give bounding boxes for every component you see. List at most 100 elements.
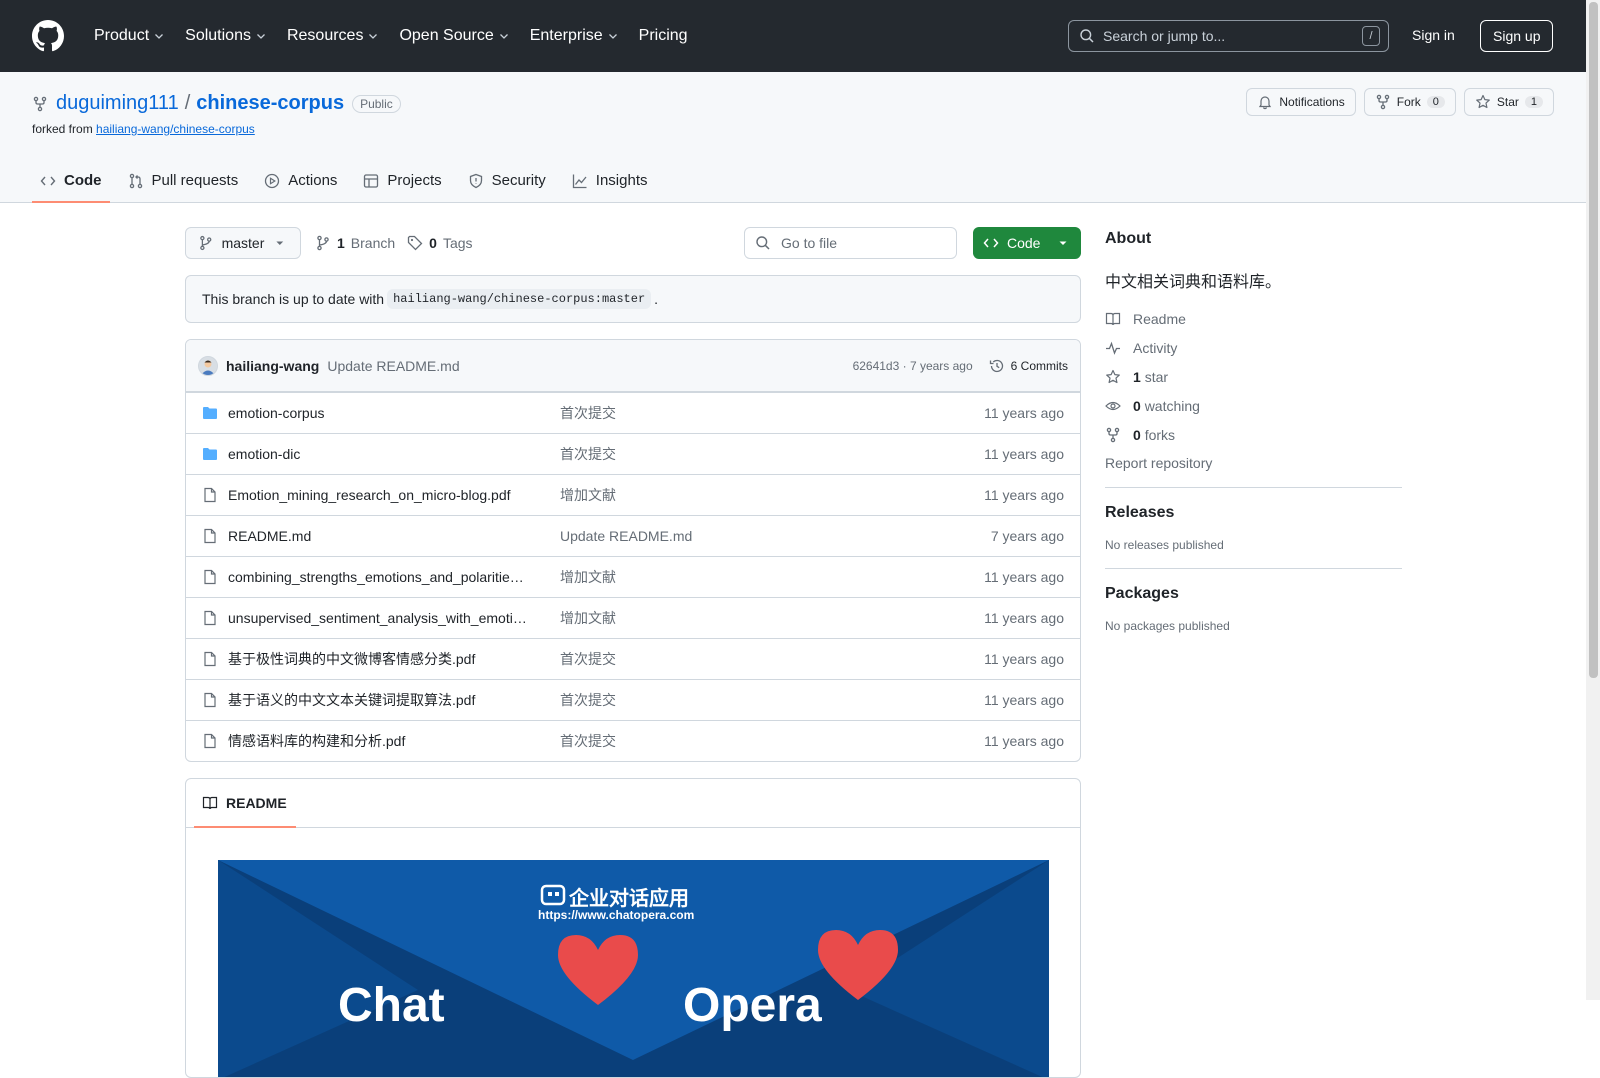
branch-select-button[interactable]: master: [185, 227, 301, 259]
stars-label: star: [1144, 368, 1169, 385]
table-row[interactable]: 情感语料库的构建和分析.pdf 首次提交 11 years ago: [186, 720, 1080, 761]
tab-code[interactable]: Code: [32, 158, 110, 203]
nav-resources[interactable]: Resources: [279, 27, 387, 45]
chevron-down-icon: [369, 34, 378, 39]
file-commit-message[interactable]: 增加文献: [560, 608, 984, 628]
banner-brand-right: Opera: [683, 979, 822, 1032]
forked-from-link[interactable]: hailiang-wang/chinese-corpus: [96, 122, 255, 136]
tab-insights[interactable]: Insights: [564, 158, 656, 203]
file-commit-message[interactable]: 首次提交: [560, 690, 984, 710]
readme-link[interactable]: Readme: [1105, 310, 1402, 327]
table-row[interactable]: 基于极性词典的中文微博客情感分类.pdf 首次提交 11 years ago: [186, 638, 1080, 679]
file-commit-message[interactable]: 增加文献: [560, 567, 984, 587]
commit-author-link[interactable]: hailiang-wang: [226, 358, 319, 374]
repo-owner-link[interactable]: duguiming111: [56, 92, 179, 115]
releases-title[interactable]: Releases: [1105, 504, 1402, 522]
nav-solutions[interactable]: Solutions: [177, 27, 275, 45]
nav-resources-label: Resources: [286, 27, 364, 44]
fork-count: 0: [1426, 96, 1445, 108]
file-commit-message[interactable]: 首次提交: [560, 444, 984, 464]
file-name-link[interactable]: 基于极性词典的中文微博客情感分类.pdf: [228, 649, 560, 669]
forks-label: forks: [1144, 426, 1176, 443]
search-input[interactable]: Search or jump to... /: [1068, 20, 1389, 52]
file-name-link[interactable]: Emotion_mining_research_on_micro-blog.pd…: [228, 487, 560, 503]
nav-open-source[interactable]: Open Source: [391, 27, 517, 45]
upstream-ref: hailiang-wang/chinese-corpus:master: [387, 289, 652, 309]
table-row[interactable]: README.md Update README.md 7 years ago: [186, 515, 1080, 556]
activity-link[interactable]: Activity: [1105, 339, 1402, 356]
tab-pull-requests[interactable]: Pull requests: [120, 158, 247, 203]
readme-link-label: Readme: [1133, 310, 1186, 327]
sign-in-link[interactable]: Sign in: [1412, 27, 1455, 43]
main-content: master 1 Branch 0 Tags Go to file Code T…: [185, 227, 1081, 1078]
nav-product[interactable]: Product: [86, 27, 173, 45]
report-repository-link[interactable]: Report repository: [1105, 455, 1402, 471]
code-icon: [983, 238, 999, 248]
file-commit-message[interactable]: Update README.md: [560, 528, 991, 544]
file-table: hailiang-wang Update README.md 62641d3 ·…: [185, 339, 1081, 762]
file-name-link[interactable]: README.md: [228, 528, 560, 544]
pull-request-icon: [129, 173, 142, 188]
forked-from-prefix: forked from: [32, 122, 93, 136]
packages-title[interactable]: Packages: [1105, 585, 1402, 603]
table-row[interactable]: emotion-corpus 首次提交 11 years ago: [186, 392, 1080, 433]
tab-actions[interactable]: Actions: [256, 158, 345, 203]
sign-up-button[interactable]: Sign up: [1480, 20, 1554, 52]
branches-link[interactable]: 1 Branch: [315, 235, 395, 251]
fork-button[interactable]: Fork 0: [1363, 88, 1456, 116]
tab-projects[interactable]: Projects: [355, 158, 449, 203]
commit-sha-time[interactable]: 62641d3 · 7 years ago: [853, 359, 973, 373]
repo-name-link[interactable]: chinese-corpus: [196, 92, 344, 115]
git-branch-icon: [317, 235, 329, 251]
graph-icon: [572, 174, 587, 188]
file-commit-message[interactable]: 增加文献: [560, 485, 984, 505]
file-commit-message[interactable]: 首次提交: [560, 731, 984, 751]
fork-label: Fork: [1396, 95, 1421, 109]
watchers-link[interactable]: 0 watching: [1105, 397, 1402, 414]
table-row[interactable]: emotion-dic 首次提交 11 years ago: [186, 433, 1080, 474]
table-row[interactable]: unsupervised_sentiment_analysis_with_emo…: [186, 597, 1080, 638]
notifications-button[interactable]: Notifications: [1246, 88, 1356, 116]
nav-pricing[interactable]: Pricing: [631, 27, 696, 45]
file-name-link[interactable]: unsupervised_sentiment_analysis_with_emo…: [228, 610, 560, 626]
file-commit-message[interactable]: 首次提交: [560, 649, 984, 669]
about-title: About: [1105, 230, 1152, 247]
triangle-down-icon: [276, 241, 284, 245]
table-icon: [364, 173, 379, 188]
file-name-link[interactable]: combining_strengths_emotions_and_polarit…: [228, 569, 560, 585]
latest-commit-bar: hailiang-wang Update README.md 62641d3 ·…: [186, 340, 1080, 392]
file-icon: [202, 651, 218, 667]
github-logo-icon[interactable]: [32, 20, 64, 52]
file-name-link[interactable]: emotion-dic: [228, 446, 560, 462]
file-name-link[interactable]: 情感语料库的构建和分析.pdf: [228, 731, 560, 751]
nav-enterprise[interactable]: Enterprise: [522, 27, 627, 45]
file-name-link[interactable]: emotion-corpus: [228, 405, 560, 421]
forks-count: 0: [1133, 426, 1141, 443]
releases-empty-text: No releases published: [1105, 538, 1224, 552]
star-icon: [1475, 94, 1490, 109]
page-scrollbar-thumb[interactable]: [1589, 2, 1598, 678]
table-row[interactable]: Emotion_mining_research_on_micro-blog.pd…: [186, 474, 1080, 515]
avatar[interactable]: [198, 355, 218, 376]
commits-history-link[interactable]: 6 Commits: [989, 358, 1068, 374]
file-commit-message[interactable]: 首次提交: [560, 403, 984, 423]
branch-status-banner: This branch is up to date with hailiang-…: [185, 275, 1081, 323]
book-icon: [202, 796, 218, 810]
commit-message-link[interactable]: Update README.md: [327, 358, 459, 374]
git-branch-icon: [200, 235, 212, 251]
branch-count-label: Branch: [350, 235, 396, 251]
tags-link[interactable]: 0 Tags: [407, 235, 473, 251]
readme-tab[interactable]: README: [194, 779, 296, 828]
code-dropdown-button[interactable]: Code: [973, 227, 1081, 259]
star-label: Star: [1496, 95, 1519, 109]
go-to-file-input[interactable]: Go to file: [744, 227, 957, 259]
table-row[interactable]: 基于语义的中文文本关键词提取算法.pdf 首次提交 11 years ago: [186, 679, 1080, 720]
forks-link[interactable]: 0 forks: [1105, 426, 1402, 443]
file-commit-date: 11 years ago: [984, 651, 1064, 667]
tab-security[interactable]: Security: [460, 158, 554, 203]
file-name-link[interactable]: 基于语义的中文文本关键词提取算法.pdf: [228, 690, 560, 710]
star-button[interactable]: Star 1: [1463, 88, 1554, 116]
stars-link[interactable]: 1 star: [1105, 368, 1402, 385]
nav-product-label: Product: [94, 27, 150, 44]
table-row[interactable]: combining_strengths_emotions_and_polarit…: [186, 556, 1080, 597]
